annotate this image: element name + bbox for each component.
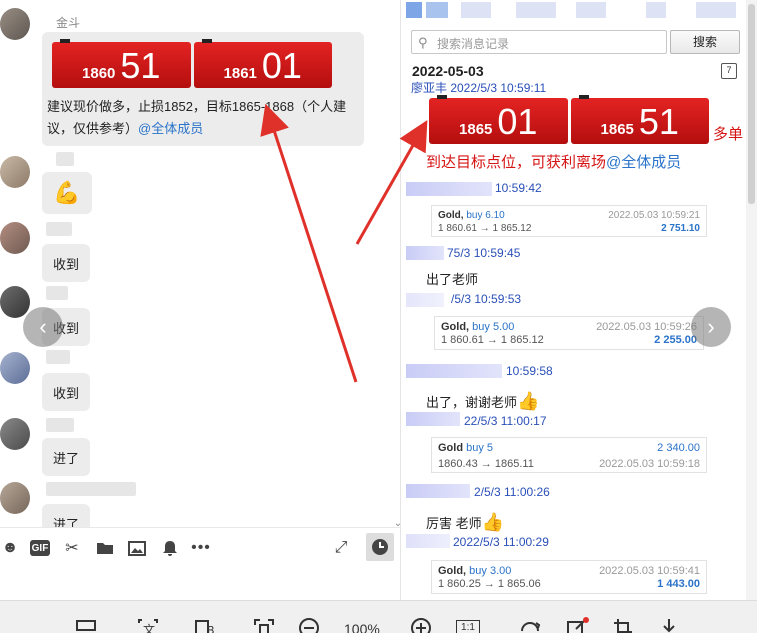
- ocr-text-icon[interactable]: 文: [137, 617, 159, 633]
- avatar[interactable]: [0, 156, 30, 188]
- price-board: 1860 51 1861 01: [52, 39, 332, 88]
- reply-message[interactable]: 进了: [42, 504, 90, 527]
- search-placeholder: 搜索消息记录: [437, 37, 510, 51]
- thumbs-up-icon: 👍: [517, 391, 540, 411]
- trade-card[interactable]: Gold, buy 6.10 1 860.61 → 1 865.12 2022.…: [431, 205, 707, 237]
- prev-image-button[interactable]: ‹: [23, 307, 63, 347]
- price-cell: 1865 01: [429, 95, 568, 144]
- app-window: 金斗 1860 51 1861 01 建议现价做多，止损1852，目标1865-…: [0, 0, 757, 633]
- zoom-level: 100%: [344, 621, 380, 633]
- avatar[interactable]: [0, 222, 30, 254]
- advice-text: 建议现价做多，止损1852，目标1865-1868（个人建议，仅供参考）@全体成…: [47, 99, 347, 136]
- target-reached-text: 到达目标点位，可获利离场@全体成员: [426, 154, 682, 171]
- chat-input-toolbar: ☻ GIF ✂ ••• ⤢: [0, 527, 400, 567]
- message-text[interactable]: 出了老师: [426, 269, 478, 288]
- fit-window-icon[interactable]: [76, 617, 96, 633]
- emoji-icon[interactable]: ☻: [0, 538, 20, 558]
- message-time: 2/5/3 11:00:26: [474, 485, 550, 499]
- sender-name: 金斗: [56, 16, 81, 30]
- avatar[interactable]: [0, 418, 30, 450]
- edit-icon[interactable]: [566, 617, 590, 633]
- message-time: /5/3 10:59:53: [451, 292, 522, 306]
- history-date: 2022-05-03: [412, 63, 484, 79]
- avatar[interactable]: [0, 352, 30, 384]
- message-meta: 廖亚丰 2022/5/3 10:59:11: [411, 81, 547, 95]
- search-input[interactable]: ⚲ 搜索消息记录: [411, 30, 667, 54]
- avatar[interactable]: [0, 482, 30, 514]
- search-icon: ⚲: [418, 35, 428, 50]
- message-text[interactable]: 厉害 老师👍: [426, 512, 504, 533]
- next-image-button[interactable]: ›: [691, 307, 731, 347]
- translate-icon[interactable]: B: [195, 617, 219, 633]
- blurred-sender: [406, 182, 492, 196]
- bell-icon[interactable]: [160, 538, 180, 558]
- expand-icon[interactable]: ⤢: [331, 538, 351, 558]
- rotate-icon[interactable]: [518, 617, 542, 633]
- actual-size-icon[interactable]: 1:1: [456, 620, 480, 633]
- reply-message[interactable]: 进了: [42, 438, 90, 476]
- scrollbar[interactable]: [746, 0, 757, 600]
- download-icon[interactable]: [658, 617, 680, 633]
- trade-card[interactable]: Gold, buy 5.00 1 860.61 → 1 865.12 2022.…: [434, 316, 704, 350]
- crop-icon[interactable]: [253, 617, 275, 633]
- blurred-sender: [406, 246, 444, 260]
- message-bubble[interactable]: 1860 51 1861 01 建议现价做多，止损1852，目标1865-186…: [42, 32, 364, 146]
- image-icon[interactable]: [127, 538, 147, 558]
- history-panel: ⚲ 搜索消息记录 搜索 2022-05-03 7 廖亚丰 2022/5/3 10…: [400, 0, 745, 600]
- svg-text:B: B: [207, 624, 215, 633]
- message-time: 22/5/3 11:00:17: [464, 414, 547, 428]
- calendar-icon[interactable]: 7: [721, 63, 737, 79]
- thumbs-up-icon: 👍: [481, 512, 505, 532]
- price-board: 1865 01 1865 51: [429, 95, 709, 144]
- reply-message[interactable]: 收到: [42, 373, 90, 411]
- price-cell: 1861 01: [193, 39, 332, 88]
- message-time: 10:59:58: [506, 364, 553, 378]
- search-button[interactable]: 搜索: [670, 30, 740, 54]
- blurred-sender: [406, 412, 460, 426]
- blurred-sender: [406, 484, 470, 498]
- price-cell: 1860 51: [52, 39, 191, 88]
- price-cell: 1865 51: [570, 95, 709, 144]
- more-icon[interactable]: •••: [191, 538, 211, 558]
- emoji-message[interactable]: 💪: [42, 172, 92, 214]
- reply-message[interactable]: 收到: [42, 244, 90, 282]
- blurred-sender: [406, 293, 444, 307]
- blurred-sender: [406, 534, 450, 548]
- trade-card[interactable]: Gold buy 5 1860.43 → 1865.11 2022.05.03 …: [431, 437, 707, 473]
- scroll-down-icon[interactable]: ⌄: [388, 513, 400, 528]
- crop-tool-icon[interactable]: [612, 617, 636, 633]
- blurred-strip: [406, 2, 736, 18]
- message-time: 10:59:42: [495, 181, 542, 195]
- mention-all[interactable]: @全体成员: [606, 154, 681, 171]
- blurred-sender: [406, 364, 502, 378]
- folder-icon[interactable]: [95, 538, 115, 558]
- mention-all[interactable]: @全体成员: [138, 121, 203, 136]
- long-position-label: 多单: [713, 126, 744, 143]
- gif-icon[interactable]: GIF: [30, 540, 50, 556]
- chat-panel: 金斗 1860 51 1861 01 建议现价做多，止损1852，目标1865-…: [0, 0, 400, 527]
- zoom-in-icon[interactable]: [410, 617, 432, 633]
- zoom-out-icon[interactable]: [298, 617, 320, 633]
- image-viewer-toolbar: 文 B 100% 1:1: [0, 600, 757, 633]
- trade-card[interactable]: Gold, buy 3.00 1 860.25 → 1 865.06 2022.…: [431, 560, 707, 594]
- avatar[interactable]: [0, 8, 30, 40]
- scissors-icon[interactable]: ✂: [62, 538, 82, 558]
- message-time: 2022/5/3 11:00:29: [453, 535, 549, 549]
- history-clock-icon[interactable]: [366, 533, 394, 561]
- message-text[interactable]: 出了，谢谢老师👍: [426, 391, 539, 412]
- message-time: 75/3 10:59:45: [447, 246, 521, 260]
- avatar[interactable]: [0, 286, 30, 318]
- svg-text:文: 文: [143, 622, 155, 633]
